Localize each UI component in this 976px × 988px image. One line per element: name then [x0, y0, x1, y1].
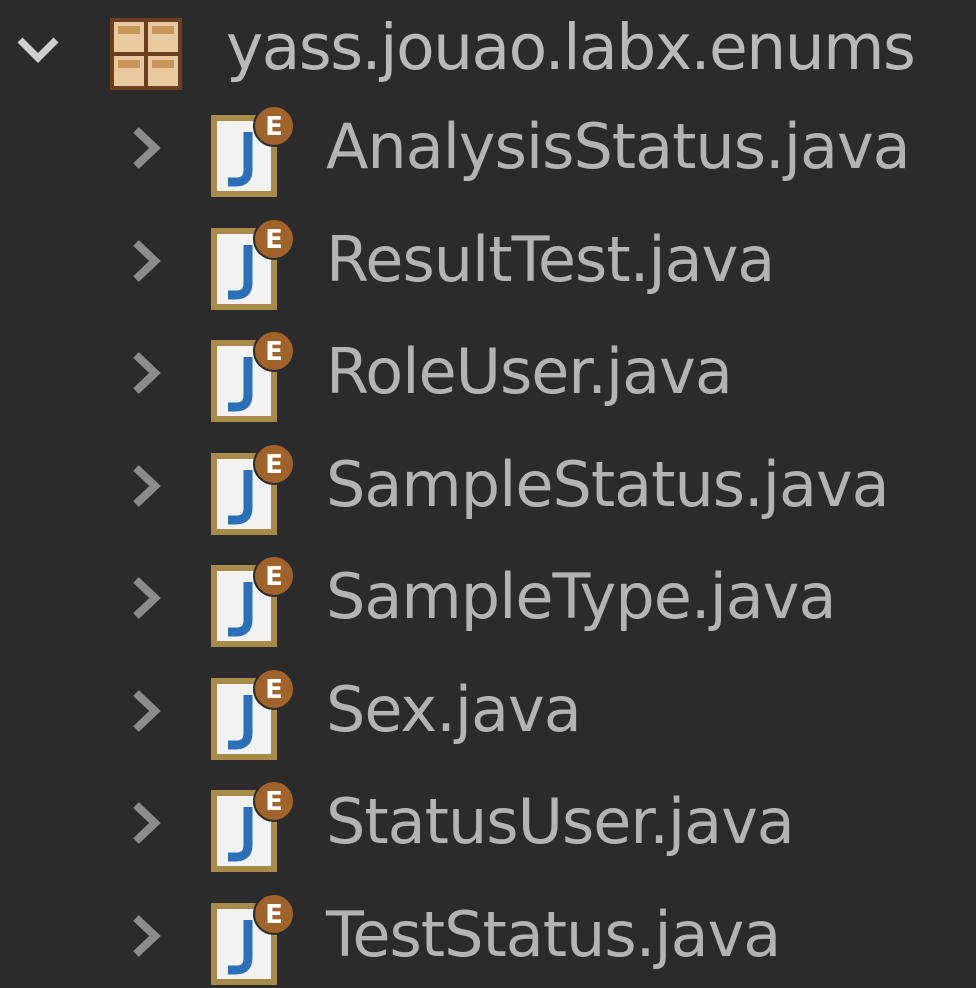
tree-row-file[interactable]: E StatusUser.java [0, 769, 976, 881]
chevron-right-icon[interactable] [122, 912, 170, 960]
tree-row-file[interactable]: E AnalysisStatus.java [0, 94, 976, 206]
file-name: Sex.java [326, 672, 582, 746]
tree-row-file[interactable]: E TestStatus.java [0, 882, 976, 988]
svg-text:E: E [265, 450, 283, 480]
tree-row-file[interactable]: E ResultTest.java [0, 207, 976, 319]
tree-row-file[interactable]: E RoleUser.java [0, 319, 976, 431]
file-name: SampleStatus.java [326, 447, 890, 521]
svg-text:E: E [265, 900, 283, 930]
file-name: AnalysisStatus.java [326, 110, 911, 183]
svg-text:E: E [265, 337, 283, 367]
tree-row-file[interactable]: E SampleType.java [0, 544, 976, 656]
tree-row-file[interactable]: E SampleStatus.java [0, 432, 976, 544]
chevron-down-icon[interactable] [14, 26, 62, 74]
package-name: yass.jouao.labx.enums [226, 11, 916, 84]
file-name: TestStatus.java [326, 897, 781, 971]
chevron-right-icon[interactable] [122, 349, 170, 397]
tree-row-file[interactable]: E Sex.java [0, 657, 976, 769]
svg-text:E: E [265, 787, 283, 817]
chevron-right-icon[interactable] [122, 124, 170, 172]
file-name: ResultTest.java [326, 222, 775, 296]
chevron-right-icon[interactable] [122, 687, 170, 735]
file-name: StatusUser.java [326, 785, 795, 858]
chevron-right-icon[interactable] [122, 799, 170, 847]
svg-text:E: E [265, 675, 283, 705]
file-name: SampleType.java [326, 560, 836, 633]
svg-text:E: E [265, 562, 283, 592]
file-name: RoleUser.java [326, 335, 733, 408]
svg-text:E: E [265, 225, 283, 255]
chevron-right-icon[interactable] [122, 574, 170, 622]
svg-text:E: E [265, 112, 283, 142]
project-explorer-tree: yass.jouao.labx.enums E AnalysisStatus.j… [0, 0, 976, 988]
chevron-right-icon[interactable] [122, 462, 170, 510]
chevron-right-icon[interactable] [122, 237, 170, 285]
